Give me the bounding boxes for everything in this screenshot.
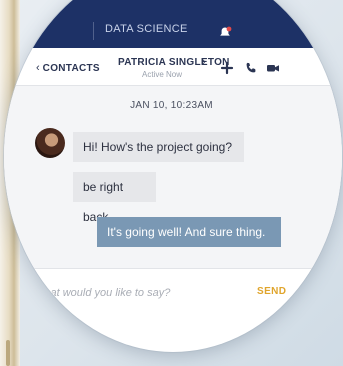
chevron-left-icon: ‹ bbox=[36, 62, 40, 74]
message-composer: SEND bbox=[4, 268, 342, 318]
chevron-right-icon[interactable]: › bbox=[202, 56, 206, 68]
incoming-message[interactable]: Hi! How's the project going? bbox=[73, 132, 244, 162]
bell-icon[interactable] bbox=[218, 26, 232, 40]
outgoing-message[interactable]: It's going well! And sure thing. bbox=[97, 217, 281, 247]
top-nav-bar: DATA SCIENCE bbox=[4, 0, 342, 48]
magnifier-lens: DATA SCIENCE ‹ CONTACTS PATRICIA SINGLET… bbox=[4, 0, 342, 352]
conversation-area[interactable]: JAN 10, 10:23AM Hi! How's the project go… bbox=[4, 86, 342, 268]
plus-icon[interactable] bbox=[220, 61, 234, 75]
contact-bar: ‹ CONTACTS PATRICIA SINGLETON › Active N… bbox=[4, 48, 342, 86]
back-label: CONTACTS bbox=[42, 62, 100, 74]
section-title: DATA SCIENCE bbox=[105, 23, 188, 35]
contact-name[interactable]: PATRICIA SINGLETON bbox=[118, 57, 230, 68]
phone-icon[interactable] bbox=[244, 61, 258, 75]
video-icon[interactable] bbox=[266, 61, 280, 75]
chat-screen: DATA SCIENCE ‹ CONTACTS PATRICIA SINGLET… bbox=[4, 0, 342, 352]
incoming-message[interactable]: be right back bbox=[73, 172, 156, 224]
message-input[interactable] bbox=[34, 283, 234, 303]
message-timestamp: JAN 10, 10:23AM bbox=[130, 100, 213, 111]
nav-divider bbox=[93, 22, 94, 40]
back-to-contacts-link[interactable]: ‹ CONTACTS bbox=[36, 62, 100, 74]
contact-status: Active Now bbox=[142, 70, 183, 79]
avatar[interactable] bbox=[35, 128, 65, 158]
send-button[interactable]: SEND bbox=[257, 286, 286, 297]
